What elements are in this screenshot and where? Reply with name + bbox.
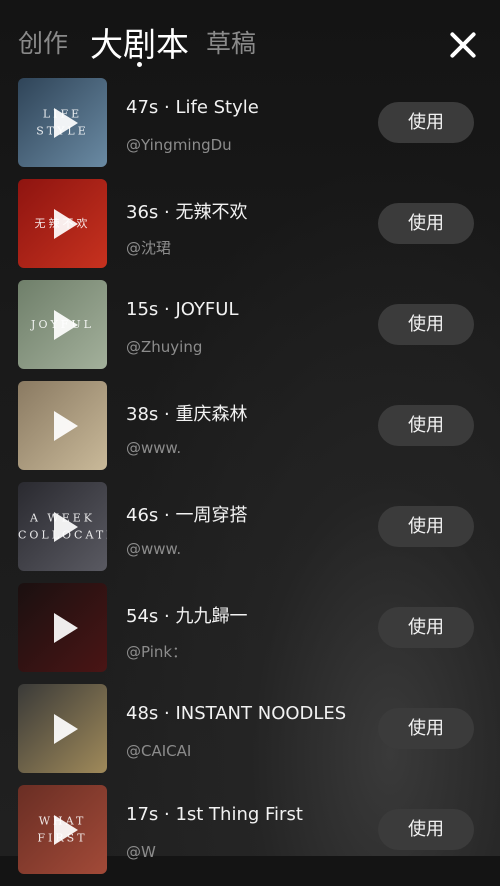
item-author: @W	[126, 843, 156, 861]
item-title: 47s · Life Style	[126, 97, 259, 118]
item-title: 48s · INSTANT NOODLES	[126, 703, 347, 724]
use-button[interactable]: 使用	[378, 203, 474, 244]
play-icon	[54, 310, 78, 340]
item-title: 38s · 重庆森林	[126, 404, 248, 425]
thumbnail[interactable]: WHAT FIRST	[18, 785, 107, 874]
top-tab-bar: 创作 大剧本 草稿	[0, 0, 500, 75]
item-author: @CAICAI	[126, 742, 192, 760]
use-button[interactable]: 使用	[378, 304, 474, 345]
thumbnail[interactable]	[18, 381, 107, 470]
play-icon	[54, 209, 78, 239]
use-button[interactable]: 使用	[378, 405, 474, 446]
use-button[interactable]: 使用	[378, 607, 474, 648]
tab-drafts[interactable]: 草稿	[206, 24, 256, 60]
item-author: @Pink：	[126, 643, 188, 661]
play-icon	[54, 411, 78, 441]
thumbnail[interactable]	[18, 684, 107, 773]
list-item[interactable]: WHAT FIRST 17s · 1st Thing First @W 使用	[0, 785, 500, 886]
play-icon	[54, 815, 78, 845]
item-author: @Zhuying	[126, 338, 203, 356]
list-item[interactable]: LIFE STYLE 47s · Life Style @YingmingDu …	[0, 78, 500, 179]
use-button[interactable]: 使用	[378, 708, 474, 749]
play-icon	[54, 714, 78, 744]
list-item[interactable]: JOYFUL 15s · JOYFUL @Zhuying 使用	[0, 280, 500, 381]
use-button[interactable]: 使用	[378, 102, 474, 143]
item-author: @www.	[126, 439, 182, 457]
active-tab-indicator	[137, 62, 142, 67]
thumbnail[interactable]: 无辣不欢	[18, 179, 107, 268]
item-author: @YingmingDu	[126, 136, 232, 154]
tab-big-script[interactable]: 大剧本	[90, 18, 189, 66]
list-item[interactable]: 38s · 重庆森林 @www. 使用	[0, 381, 500, 482]
thumbnail[interactable]: LIFE STYLE	[18, 78, 107, 167]
tab-create[interactable]: 创作	[18, 24, 68, 60]
list-item[interactable]: 54s · 九九歸一 @Pink： 使用	[0, 583, 500, 684]
item-title: 15s · JOYFUL	[126, 299, 239, 320]
close-icon[interactable]	[448, 30, 478, 60]
play-icon	[54, 512, 78, 542]
use-button[interactable]: 使用	[378, 506, 474, 547]
item-title: 36s · 无辣不欢	[126, 202, 248, 223]
list-item[interactable]: 48s · INSTANT NOODLES @CAICAI 使用	[0, 684, 500, 785]
item-title: 17s · 1st Thing First	[126, 804, 303, 825]
play-icon	[54, 613, 78, 643]
script-list: LIFE STYLE 47s · Life Style @YingmingDu …	[0, 78, 500, 886]
list-item[interactable]: A WEEK COLLOCATION 46s · 一周穿搭 @www. 使用	[0, 482, 500, 583]
thumbnail[interactable]	[18, 583, 107, 672]
list-item[interactable]: 无辣不欢 36s · 无辣不欢 @沈珺 使用	[0, 179, 500, 280]
item-author: @www.	[126, 540, 182, 558]
use-button[interactable]: 使用	[378, 809, 474, 850]
thumbnail[interactable]: JOYFUL	[18, 280, 107, 369]
item-title: 46s · 一周穿搭	[126, 505, 248, 526]
play-icon	[54, 108, 78, 138]
item-author: @沈珺	[126, 239, 172, 257]
thumbnail[interactable]: A WEEK COLLOCATION	[18, 482, 107, 571]
item-title: 54s · 九九歸一	[126, 606, 248, 627]
